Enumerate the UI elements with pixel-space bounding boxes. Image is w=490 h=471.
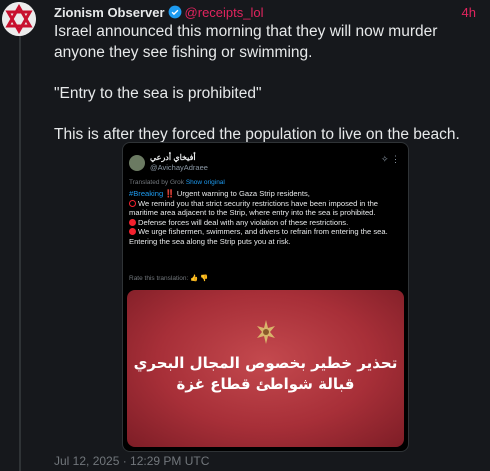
embed-avatar [129, 155, 145, 171]
tweet-header: Zionism Observer @receipts_lol 4h [54, 5, 476, 23]
warning-banner: تحذير خطير بخصوص المجال البحري قبالة شوا… [127, 290, 404, 447]
grok-icon: ✧ ⋮ [380, 154, 400, 164]
embed-line-1: Urgent warning to Gaza Strip residents, [176, 189, 310, 198]
embed-line-2: We remind you that strict security restr… [129, 198, 379, 218]
embed-author-handle: @AvichayAdraee [150, 163, 208, 172]
tweet-text: Israel announced this morning that they … [54, 23, 460, 143]
red-circle-icon [129, 199, 136, 207]
translated-label: Translated by Grok [129, 179, 185, 186]
idf-emblem [257, 320, 275, 344]
tweet-time[interactable]: 4h [462, 5, 476, 20]
breaking-hashtag: #Breaking [129, 189, 164, 198]
double-exclamation-icon: ‼️ [165, 189, 175, 198]
author-handle[interactable]: @receipts_lol [185, 5, 264, 20]
thread-line [19, 36, 21, 471]
translation-note: Translated by Grok Show original [129, 179, 225, 186]
rate-translation: Rate this translation: 👍 👎 [129, 274, 208, 282]
red-dot-icon [129, 218, 136, 226]
show-original-link: Show original [185, 179, 225, 186]
embed-author-name: أفيخاي أدرعي [150, 153, 196, 162]
banner-title-line-2: قبالة شواطئ قطاع غزة [176, 375, 355, 393]
avatar[interactable] [2, 2, 36, 36]
tweet-timestamp[interactable]: Jul 12, 2025 · 12:29 PM UTC [54, 454, 209, 468]
banner-title-line-1: تحذير خطير بخصوص المجال البحري [133, 354, 398, 372]
embed-line-4: We urge fishermen, swimmers, and divers … [129, 227, 388, 246]
embedded-image[interactable]: أفيخاي أدرعي @AvichayAdraee ✧ ⋮ Translat… [122, 142, 409, 452]
embed-body: #Breaking ‼️ Urgent warning to Gaza Stri… [129, 189, 403, 247]
author-name[interactable]: Zionism Observer [54, 5, 165, 20]
rate-label: Rate this translation: [129, 275, 189, 282]
thumbs-icons: 👍 👎 [190, 275, 209, 282]
embed-line-3: Defense forces will deal with any violat… [138, 217, 349, 227]
red-dot-icon [129, 228, 136, 236]
verified-badge-icon [168, 5, 181, 19]
